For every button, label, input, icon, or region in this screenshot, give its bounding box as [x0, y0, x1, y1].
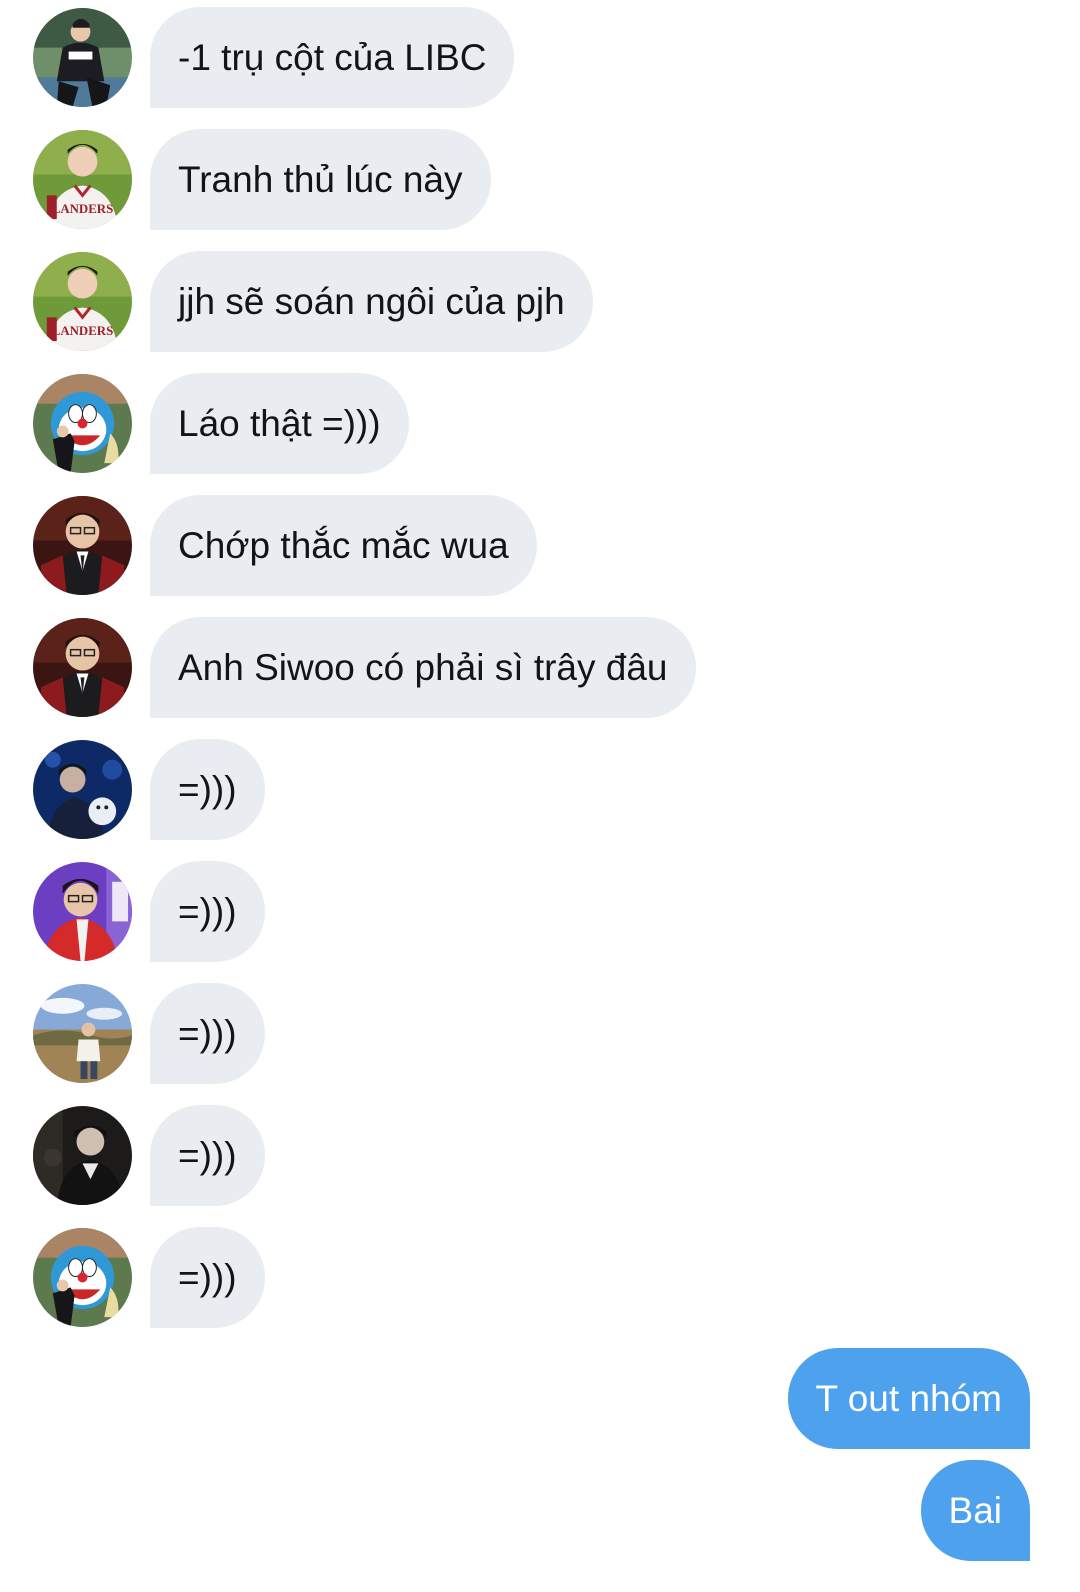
incoming-message-bubble[interactable]: -1 trụ cột của LIBC [150, 7, 515, 108]
message-row: =))) [0, 861, 1080, 962]
message-row-outgoing: Bai [0, 1460, 1080, 1561]
incoming-message-bubble[interactable]: =))) [150, 861, 265, 962]
incoming-message-bubble[interactable]: Láo thật =))) [150, 373, 409, 474]
message-row: =))) [0, 983, 1080, 1084]
message-row: Láo thật =))) [0, 373, 1080, 474]
incoming-message-bubble[interactable]: =))) [150, 1105, 265, 1206]
message-row: -1 trụ cột của LIBC [0, 7, 1080, 108]
incoming-message-bubble[interactable]: =))) [150, 983, 265, 1084]
avatar-suit-smiling-icon[interactable] [33, 618, 132, 717]
message-row: =))) [0, 1105, 1080, 1206]
incoming-message-bubble[interactable]: Tranh thủ lúc này [150, 129, 491, 230]
avatar-baseball-jersey-icon[interactable] [33, 252, 132, 351]
incoming-message-bubble[interactable]: =))) [150, 739, 265, 840]
avatar-doraemon-icon[interactable] [33, 374, 132, 473]
avatar-field-sky-icon[interactable] [33, 984, 132, 1083]
incoming-message-bubble[interactable]: =))) [150, 1227, 265, 1328]
message-row: jjh sẽ soán ngôi của pjh [0, 251, 1080, 352]
avatar-baseball-jersey-icon[interactable] [33, 130, 132, 229]
message-row: Anh Siwoo có phải sì trây đâu [0, 617, 1080, 718]
avatar-blue-night-icon[interactable] [33, 740, 132, 839]
avatar-dark-photo-icon[interactable] [33, 1106, 132, 1205]
avatar-suit-smiling-icon[interactable] [33, 496, 132, 595]
message-row: Tranh thủ lúc này [0, 129, 1080, 230]
outgoing-message-bubble[interactable]: T out nhóm [787, 1348, 1030, 1449]
incoming-message-bubble[interactable]: jjh sẽ soán ngôi của pjh [150, 251, 593, 352]
incoming-message-bubble[interactable]: Chớp thắc mắc wua [150, 495, 537, 596]
avatar-purple-jacket-icon[interactable] [33, 862, 132, 961]
message-row: =))) [0, 739, 1080, 840]
incoming-message-bubble[interactable]: Anh Siwoo có phải sì trây đâu [150, 617, 696, 718]
avatar-doraemon-icon[interactable] [33, 1228, 132, 1327]
outgoing-message-bubble[interactable]: Bai [920, 1460, 1030, 1561]
message-row: Chớp thắc mắc wua [0, 495, 1080, 596]
chat-thread[interactable]: -1 trụ cột của LIBC Tranh thủ lúc này jj… [0, 0, 1080, 1592]
avatar-fan-squatting-icon[interactable] [33, 8, 132, 107]
message-row-outgoing: T out nhóm [0, 1348, 1080, 1449]
message-row: =))) [0, 1227, 1080, 1328]
